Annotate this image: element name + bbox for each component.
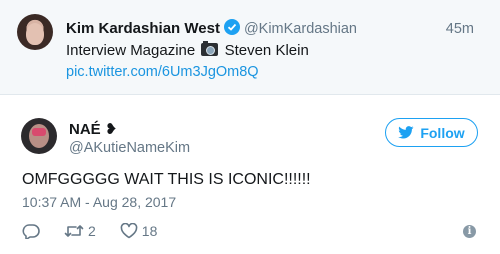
quoted-author-avatar[interactable] — [17, 14, 53, 50]
tweet-timestamp[interactable]: 10:37 AM - Aug 28, 2017 — [22, 194, 176, 210]
author-name-line[interactable]: NAÉ ❥ — [69, 120, 117, 138]
reply-button[interactable] — [22, 223, 40, 239]
quoted-tweet[interactable]: Kim Kardashian West @KimKardashian 45m In… — [0, 0, 500, 95]
author-name: NAÉ — [69, 121, 101, 138]
quoted-author-handle[interactable]: @KimKardashian — [244, 21, 357, 37]
quoted-text-after: Steven Klein — [224, 42, 309, 59]
retweet-count: 2 — [88, 223, 96, 239]
quoted-author-name[interactable]: Kim Kardashian West — [66, 20, 220, 37]
author-emoji: ❥ — [104, 121, 118, 138]
info-icon[interactable]: i — [463, 225, 476, 238]
camera-emoji-icon — [201, 41, 219, 56]
quoted-author-name-line: Kim Kardashian West @KimKardashian — [66, 19, 357, 37]
retweet-icon — [64, 225, 84, 237]
reply-icon — [22, 224, 40, 239]
quoted-text-before: Interview Magazine — [66, 42, 196, 59]
verified-badge-icon — [223, 19, 240, 35]
tweet-text: OMFGGGGG WAIT THIS IS ICONIC!!!!!! — [22, 171, 311, 188]
like-heart-icon — [120, 223, 138, 239]
tweet-actions: 2 18 — [22, 221, 181, 241]
follow-button[interactable]: Follow — [385, 118, 478, 147]
quoted-tweet-link[interactable]: pic.twitter.com/6Um3JgOm8Q — [66, 64, 259, 80]
quoted-tweet-text: Interview Magazine Steven Klein — [66, 41, 309, 59]
follow-label: Follow — [420, 124, 465, 141]
twitter-bird-icon — [398, 126, 414, 139]
author-handle[interactable]: @AKutieNameKim — [69, 140, 190, 156]
like-button[interactable]: 18 — [120, 223, 158, 239]
retweet-button[interactable]: 2 — [64, 223, 96, 239]
author-avatar[interactable] — [21, 118, 57, 154]
quoted-tweet-time[interactable]: 45m — [446, 21, 474, 37]
like-count: 18 — [141, 223, 158, 239]
